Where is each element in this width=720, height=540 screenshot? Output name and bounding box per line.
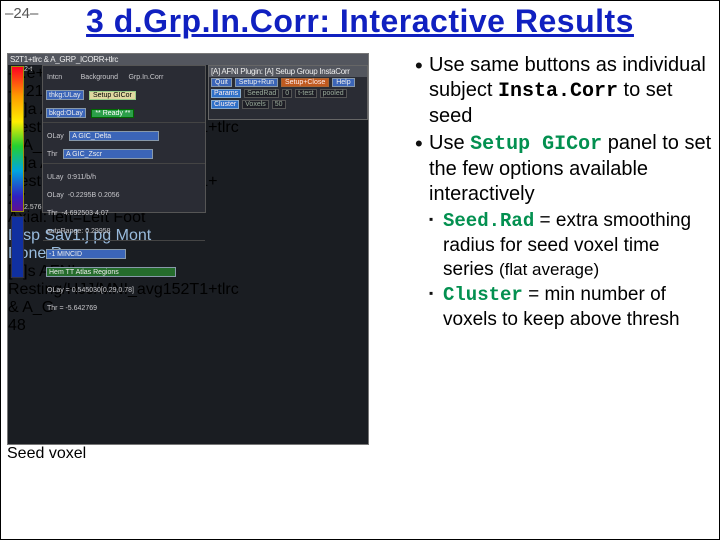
page-title: 3 d.Grp.In.Corr: Interactive Results <box>1 3 719 40</box>
plugin-seedrad-value[interactable]: 0 <box>282 89 292 98</box>
plugin-help-button[interactable]: Help <box>332 78 354 87</box>
olay-range-l: OLay <box>47 192 64 199</box>
stat-olay: OLay = 0.545030[0.29,0.78] <box>47 287 134 294</box>
ulay-range-l: ULay <box>47 174 63 181</box>
afni-titlebar: S2T1+tlrc & A_GRP_ICORR+tlrc <box>8 54 368 65</box>
bullet-2b: Cluster = min number of voxels to keep a… <box>415 283 713 332</box>
afni-window: S2T1+tlrc & A_GRP_ICORR+tlrc 2-t 2.576 -… <box>7 53 369 445</box>
setup-gicor-button[interactable]: Setup GICor <box>89 91 136 100</box>
sagittal-slider[interactable]: 48 <box>8 317 168 335</box>
plugin-setrun-button[interactable]: Setup+Run <box>235 78 278 87</box>
autorange-v: 0.29958 <box>85 228 110 235</box>
plugin-ttest-label: t-test <box>295 89 317 98</box>
spectrum-mid-label: 2.576 <box>24 204 42 211</box>
screenshot-composite: S2T1+tlrc & A_GRP_ICORR+tlrc 2-t 2.576 -… <box>7 53 407 534</box>
bullet-1: Use same buttons as individual subject I… <box>415 53 713 129</box>
plugin-seedrad-label: SeedRad <box>244 89 279 98</box>
olay-button[interactable]: bkgd:OLay <box>46 108 86 118</box>
plugin-quit-button[interactable]: Quit <box>211 78 232 87</box>
olay-range-v1: -0.2295B <box>68 192 96 199</box>
background-label: Background <box>81 74 118 81</box>
thr-range-v2: 4.07 <box>95 210 109 217</box>
afni-controls-panel: Intcn Background Grp.In.Corr thkg:ULay S… <box>42 65 206 213</box>
olay-dataset-button[interactable]: A GIC_Delta <box>69 131 159 141</box>
plugin-voxels-label: Voxels <box>242 100 269 109</box>
olay-lbl: OLay <box>47 133 64 140</box>
plugin-voxels-value[interactable]: 50 <box>272 100 286 109</box>
plugin-setclose-button[interactable]: Setup+Close <box>281 78 329 87</box>
grpincorr-label: Grp.In.Corr <box>128 74 163 81</box>
plugin-params-tag: Params <box>211 89 241 98</box>
thr-range-l: Thr <box>47 210 58 217</box>
plugin-cluster-tag: Cluster <box>211 100 239 109</box>
callout-seed <box>7 463 377 540</box>
setup-gicor-panel: [A] AFNI Plugin: [A] Setup Group InstaCo… <box>208 65 368 120</box>
thr-lbl: Thr <box>47 151 58 158</box>
seed-voxel-caption: Seed voxel <box>7 445 407 463</box>
thr-dataset-button[interactable]: A GIC_Zscr <box>63 149 153 159</box>
bullet-text: Use same buttons as individual subject I… <box>407 53 713 534</box>
threshold-slider[interactable] <box>11 216 24 278</box>
plugin-titlebar: [A] AFNI Plugin: [A] Setup Group InstaCo… <box>209 66 367 77</box>
ready-status: ** Ready ** <box>91 109 134 118</box>
spectrum-top-label: 2-t <box>24 66 32 73</box>
bullet-2a: Seed.Rad = extra smoothing radius for se… <box>415 209 713 281</box>
olay-range-v2: 0.2056 <box>98 192 119 199</box>
intcn-label: Intcn <box>47 74 62 81</box>
atlas-button[interactable]: Hem TT Atlas Regions <box>46 267 176 277</box>
bullet-2: Use Setup GICor panel to set the few opt… <box>415 131 713 207</box>
autorange-l: autoRange: <box>47 228 83 235</box>
ulay-range-v: 0:911/b/h <box>67 174 96 181</box>
thr-range-v1: -4.692503 <box>62 210 94 217</box>
stat-thr: Thr = -5.642769 <box>47 305 97 312</box>
mincid-button[interactable]: -1 MINCID <box>46 249 126 259</box>
color-spectrum <box>11 66 24 212</box>
ulay-button[interactable]: thkg:ULay <box>46 90 84 100</box>
plugin-ttest-mode[interactable]: pooled <box>320 89 347 98</box>
page-number: –24– <box>5 5 38 22</box>
